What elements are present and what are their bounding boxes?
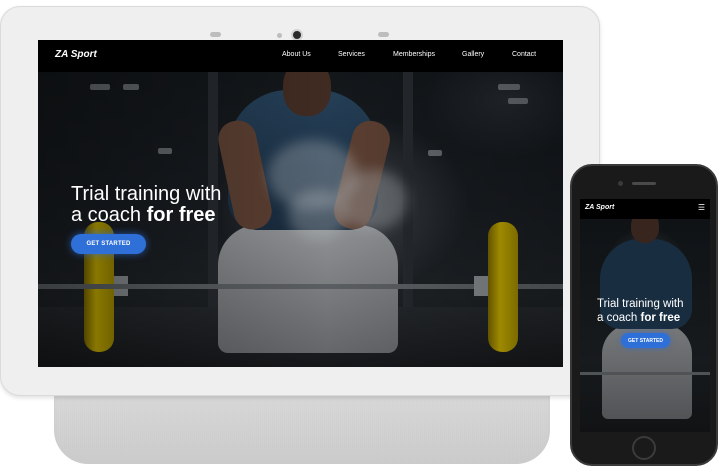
phone-camera-icon — [618, 181, 623, 186]
phone-speaker — [632, 182, 656, 185]
sensor-right — [378, 32, 389, 37]
mobile-hero-headline-line2: a coach — [597, 312, 641, 324]
hero-headline-line1: Trial training with — [71, 183, 222, 205]
nav-memberships[interactable]: Memberships — [393, 51, 435, 58]
home-button-icon[interactable] — [632, 436, 656, 460]
hero-headline: Trial training with a coach for free — [71, 184, 221, 226]
mobile-hero-headline-line1: Trial training with — [597, 298, 684, 310]
hero-headline-emphasis: for free — [146, 204, 216, 226]
hero-headline-line2: a coach — [71, 204, 147, 226]
phone-device-frame: ZA Sport ☰ Trial training with a coach f… — [570, 164, 718, 466]
mobile-navbar: ZA Sport ☰ — [580, 199, 710, 219]
mobile-hero-headline-emphasis: for free — [640, 312, 681, 324]
mobile-hero-headline: Trial training with a coach for free — [597, 297, 707, 325]
phone-screen: ZA Sport ☰ Trial training with a coach f… — [580, 199, 710, 432]
nav-about-us[interactable]: About Us — [282, 51, 311, 58]
speaker-base — [54, 384, 550, 464]
sensor-center — [277, 33, 282, 38]
tablet-screen: ZA Sport About Us Services Memberships G… — [38, 40, 563, 367]
mobile-get-started-button[interactable]: GET STARTED — [621, 333, 670, 348]
top-navbar: ZA Sport About Us Services Memberships G… — [38, 40, 563, 72]
sensor-left — [210, 32, 221, 37]
mobile-brand-logo[interactable]: ZA Sport — [585, 204, 614, 211]
nav-services[interactable]: Services — [338, 51, 365, 58]
nav-gallery[interactable]: Gallery — [462, 51, 484, 58]
nav-contact[interactable]: Contact — [512, 51, 536, 58]
brand-logo[interactable]: ZA Sport — [55, 49, 97, 60]
hamburger-menu-icon[interactable]: ☰ — [698, 204, 705, 212]
get-started-button[interactable]: GET STARTED — [71, 234, 146, 254]
